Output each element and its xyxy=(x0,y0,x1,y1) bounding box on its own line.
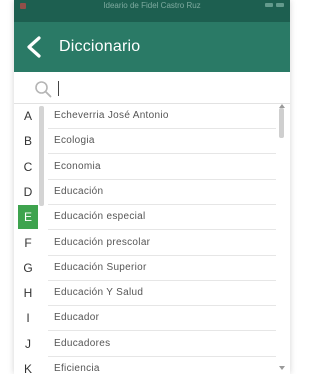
list-item-label: Educación Y Salud xyxy=(54,287,144,299)
index-letter-g[interactable]: G xyxy=(18,256,38,280)
app-bar: Diccionario xyxy=(14,22,290,72)
index-letter-f[interactable]: F xyxy=(18,231,38,255)
search-input[interactable] xyxy=(58,78,258,98)
list-item[interactable]: Educador xyxy=(48,306,276,332)
index-letter-k[interactable]: K xyxy=(18,357,38,374)
list-item-label: Educador xyxy=(54,312,100,324)
list-scrollbar[interactable] xyxy=(276,104,286,374)
index-scrollbar-thumb[interactable] xyxy=(39,106,44,206)
list-scrollbar-thumb[interactable] xyxy=(279,108,284,138)
list-item-label: Educación xyxy=(54,185,104,197)
list-item-label: Echeverria José Antonio xyxy=(54,110,169,121)
list-item[interactable]: Echeverria José Antonio xyxy=(48,104,276,129)
search-icon[interactable] xyxy=(34,80,52,98)
index-letter-e[interactable]: E xyxy=(18,205,38,230)
status-bar: Ideario de Fidel Castro Ruz xyxy=(14,0,290,22)
list-item[interactable]: Eficiencia xyxy=(48,357,276,374)
index-letter-h[interactable]: H xyxy=(18,281,38,305)
list-item[interactable]: Ecologia xyxy=(48,129,276,155)
list-item-label: Ecologia xyxy=(54,135,95,147)
index-letter-i[interactable]: I xyxy=(18,306,38,330)
arrow-left-icon[interactable] xyxy=(24,35,46,59)
text-caret xyxy=(58,81,59,96)
index-letter-c[interactable]: C xyxy=(18,155,38,179)
index-scrollbar[interactable] xyxy=(38,104,48,374)
list-item[interactable]: Educación Y Salud xyxy=(48,281,276,307)
scroll-down-icon[interactable] xyxy=(279,366,285,370)
app-screen: Ideario de Fidel Castro Ruz Diccionario … xyxy=(14,0,290,374)
list-item[interactable]: Educadores xyxy=(48,332,276,357)
list-item[interactable]: Educación Superior xyxy=(48,256,276,281)
list-item[interactable]: Educación prescolar xyxy=(48,231,276,256)
search-bar xyxy=(14,72,290,104)
list-item-label: Educación Superior xyxy=(54,261,147,273)
dictionary-list: Echeverria José Antonio Ecologia Economia E… xyxy=(48,104,276,374)
index-letter-a[interactable]: A xyxy=(18,104,38,128)
index-letter-d[interactable]: D xyxy=(18,180,38,204)
alphabet-index: ABCDEFGHIJK xyxy=(18,104,38,374)
list-item[interactable]: Educación xyxy=(48,180,276,205)
signal-icon xyxy=(265,3,273,7)
list-item-label: Educación prescolar xyxy=(54,236,151,248)
list-item-label: Economia xyxy=(54,160,101,172)
list-item[interactable]: Educación especial xyxy=(48,205,276,231)
list-item-label: Educadores xyxy=(54,337,111,349)
list-item[interactable]: Economia xyxy=(48,155,276,180)
list-item-label: Eficiencia xyxy=(54,363,100,374)
page-title: Diccionario xyxy=(59,38,141,55)
battery-icon xyxy=(276,3,284,7)
index-letter-b[interactable]: B xyxy=(18,129,38,153)
status-icons xyxy=(244,3,284,9)
list-item-label: Educación especial xyxy=(54,211,146,223)
index-letter-j[interactable]: J xyxy=(18,332,38,356)
